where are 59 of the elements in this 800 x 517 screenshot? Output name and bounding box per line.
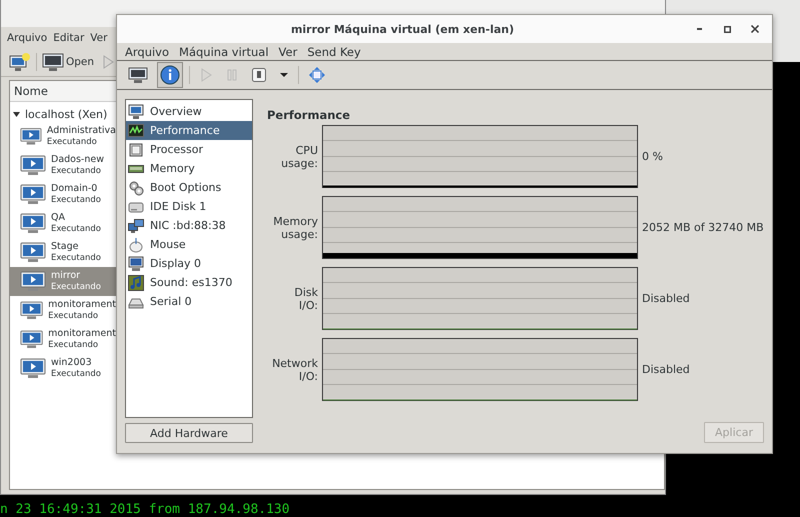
vm-row[interactable]: win2003 Executando bbox=[10, 354, 116, 383]
graph-value: Disabled bbox=[642, 292, 690, 305]
vm-row[interactable]: QA Executando bbox=[10, 209, 116, 238]
menu-item[interactable]: Send Key bbox=[307, 44, 361, 58]
vm-status: Executando bbox=[51, 253, 101, 264]
vm-row[interactable]: Stage Executando bbox=[10, 238, 116, 267]
vm-status: Executando bbox=[51, 195, 101, 206]
vm-name: monitorament bbox=[48, 299, 116, 311]
vm-row[interactable]: Administrativa Executando bbox=[10, 122, 116, 151]
add-hardware-button[interactable]: Add Hardware bbox=[125, 423, 253, 443]
hardware-item[interactable]: Memory bbox=[126, 159, 252, 178]
graph-label: Disk I/O: bbox=[293, 286, 318, 312]
hardware-item[interactable]: Processor bbox=[126, 140, 252, 159]
vm-name: Domain-0 bbox=[51, 183, 98, 195]
section-title: Performance bbox=[267, 108, 352, 122]
menu-item[interactable]: Ver bbox=[90, 32, 108, 44]
graph-label: CPU usage: bbox=[280, 144, 318, 170]
vm-status: Executando bbox=[48, 311, 100, 322]
column-header[interactable]: Nome bbox=[10, 81, 116, 102]
hardware-item[interactable]: Sound: es1370 bbox=[126, 273, 252, 292]
vm-name: monitorament bbox=[48, 328, 116, 340]
menu-item[interactable]: Arquivo bbox=[7, 32, 48, 44]
menu-item[interactable]: Máquina virtual bbox=[179, 44, 269, 58]
vm-name: Administrativa bbox=[46, 125, 116, 137]
hardware-item[interactable]: Mouse bbox=[126, 235, 252, 254]
vm-status: Executando bbox=[48, 340, 100, 351]
vm-row[interactable]: Dados-new Executando bbox=[10, 151, 116, 180]
terminal-text: n 23 16:49:31 2015 from 187.94.98.130 bbox=[0, 502, 290, 517]
hardware-item[interactable]: Overview bbox=[126, 102, 252, 121]
vm-status: Executando bbox=[51, 282, 101, 293]
vm-name: Dados-new bbox=[51, 154, 104, 166]
graph-value: Disabled bbox=[642, 363, 690, 376]
vm-status: Executando bbox=[51, 166, 102, 177]
hardware-item[interactable]: Display 0 bbox=[126, 254, 252, 273]
vm-status: Executando bbox=[51, 369, 101, 380]
vm-row[interactable]: monitorament Executando bbox=[10, 325, 116, 354]
hardware-item[interactable]: NIC :bd:88:38 bbox=[126, 216, 252, 235]
graph-label: Memory usage: bbox=[272, 214, 318, 240]
menu-item[interactable]: Ver bbox=[278, 44, 298, 58]
hardware-item[interactable]: Serial 0 bbox=[126, 292, 252, 311]
vm-name: QA bbox=[51, 212, 66, 224]
open-button[interactable]: Open bbox=[40, 50, 96, 74]
menu-item[interactable]: Arquivo bbox=[125, 44, 170, 58]
vm-row[interactable]: monitorament Executando bbox=[10, 296, 116, 325]
graph-value: 0 % bbox=[642, 150, 663, 163]
vm-name: Stage bbox=[51, 241, 80, 253]
graph-label: Network I/O: bbox=[271, 356, 318, 382]
vm-name: mirror bbox=[51, 270, 82, 282]
vm-status: Executando bbox=[46, 137, 98, 148]
vm-status: Executando bbox=[51, 224, 101, 235]
graph-value: 2052 MB of 32740 MB bbox=[642, 221, 764, 234]
menu-item[interactable]: Editar bbox=[53, 32, 84, 44]
window-title: mirror Máquina virtual (em xen-lan) bbox=[290, 22, 516, 36]
host-label[interactable]: localhost (Xen) bbox=[25, 108, 108, 120]
hardware-item[interactable]: IDE Disk 1 bbox=[126, 197, 252, 216]
vm-name: win2003 bbox=[51, 357, 93, 369]
hardware-item[interactable]: Boot Options bbox=[126, 178, 252, 197]
hardware-item[interactable]: Performance bbox=[126, 121, 252, 140]
vm-row[interactable]: Domain-0 Executando bbox=[10, 180, 116, 209]
